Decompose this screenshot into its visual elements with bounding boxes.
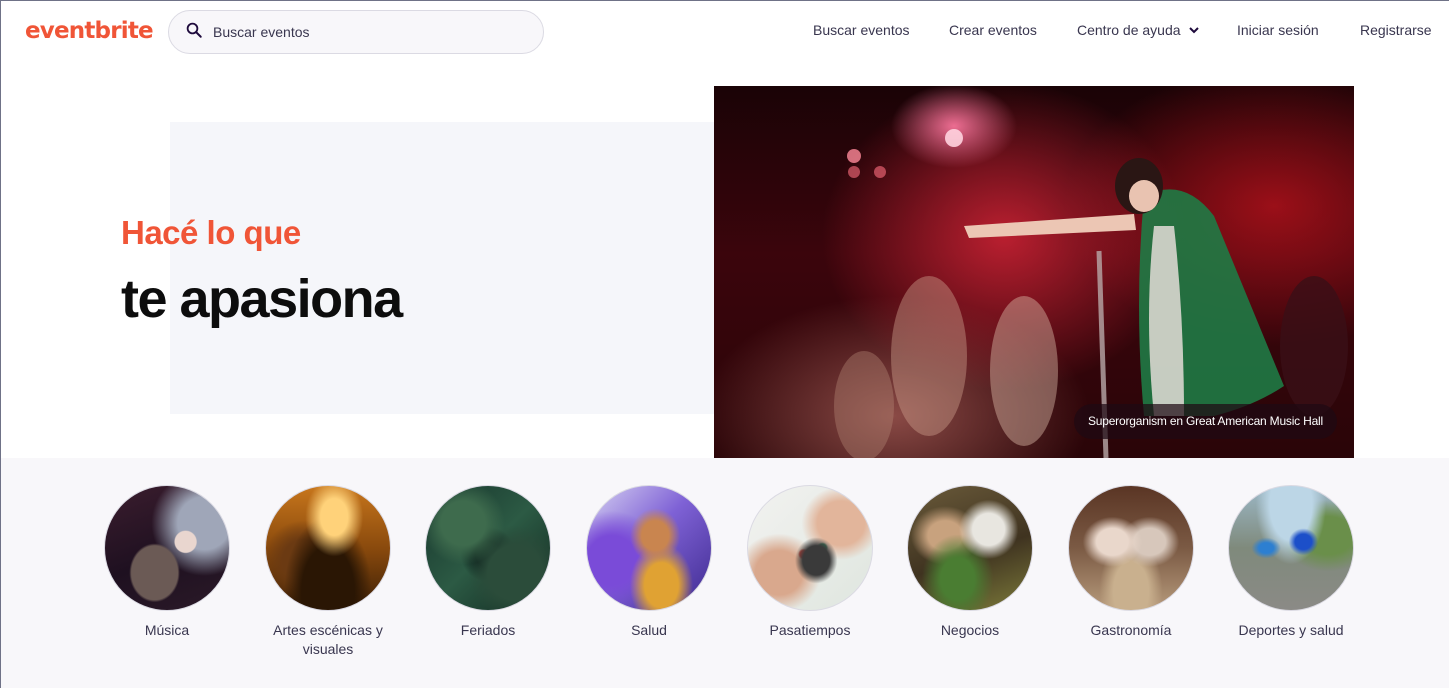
category-feriados-image bbox=[425, 485, 551, 611]
category-deportes-y-salud[interactable]: Deportes y salud bbox=[1211, 485, 1371, 640]
chevron-down-icon bbox=[1188, 27, 1199, 34]
concert-scene-illustration bbox=[834, 129, 1348, 458]
nav-registrarse[interactable]: Registrarse bbox=[1360, 21, 1432, 39]
category-salud[interactable]: Salud bbox=[569, 485, 729, 640]
category-salud-label: Salud bbox=[631, 622, 667, 638]
top-navbar: eventbrite Buscar eventos Crear eventos … bbox=[1, 1, 1449, 63]
category-gastronomia-label: Gastronomía bbox=[1090, 622, 1172, 638]
category-salud-image bbox=[586, 485, 712, 611]
category-negocios[interactable]: Negocios bbox=[890, 485, 1050, 640]
category-pasatiempos-label: Pasatiempos bbox=[769, 622, 851, 638]
hero-image-caption: Superorganism en Great American Music Ha… bbox=[1073, 404, 1337, 439]
category-pasatiempos-image bbox=[747, 485, 873, 611]
category-negocios-image bbox=[907, 485, 1033, 611]
category-artes-escenicas-image bbox=[265, 485, 391, 611]
nav-iniciar-sesion[interactable]: Iniciar sesión bbox=[1237, 21, 1319, 39]
category-artes-escenicas-label: Artes escénicas y visuales bbox=[273, 622, 383, 657]
category-musica-image bbox=[104, 485, 230, 611]
nav-centro-de-ayuda[interactable]: Centro de ayuda bbox=[1077, 21, 1200, 39]
nav-buscar-eventos[interactable]: Buscar eventos bbox=[813, 21, 910, 39]
hero-headline-accent: Hacé lo que bbox=[121, 214, 301, 251]
search-input[interactable] bbox=[213, 17, 513, 47]
category-pasatiempos[interactable]: Pasatiempos bbox=[730, 485, 890, 640]
eventbrite-logo[interactable]: eventbrite bbox=[25, 17, 154, 45]
hero-concert-image: Superorganism en Great American Music Ha… bbox=[714, 86, 1354, 458]
search-icon bbox=[185, 21, 203, 44]
page: eventbrite Buscar eventos Crear eventos … bbox=[0, 0, 1449, 688]
category-gastronomia-image bbox=[1068, 485, 1194, 611]
category-artes-escenicas[interactable]: Artes escénicas y visuales bbox=[248, 485, 408, 659]
nav-crear-eventos[interactable]: Crear eventos bbox=[949, 21, 1037, 39]
category-strip: Música Artes escénicas y visuales Feriad… bbox=[1, 458, 1449, 688]
category-musica-label: Música bbox=[144, 622, 190, 638]
category-feriados[interactable]: Feriados bbox=[408, 485, 568, 640]
category-gastronomia[interactable]: Gastronomía bbox=[1051, 485, 1211, 640]
category-feriados-label: Feriados bbox=[460, 622, 516, 638]
nav-centro-de-ayuda-label: Centro de ayuda bbox=[1077, 22, 1181, 38]
category-deportes-y-salud-image bbox=[1228, 485, 1354, 611]
category-musica[interactable]: Música bbox=[87, 485, 247, 640]
hero-headline: te apasiona bbox=[121, 269, 403, 329]
category-negocios-label: Negocios bbox=[940, 622, 1000, 638]
category-deportes-y-salud-label: Deportes y salud bbox=[1238, 622, 1344, 638]
search-bar[interactable] bbox=[168, 10, 544, 54]
